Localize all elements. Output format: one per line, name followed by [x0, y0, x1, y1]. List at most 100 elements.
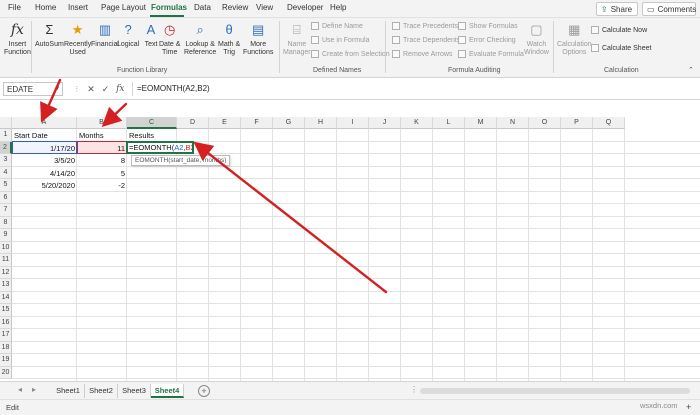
column-header-q[interactable]: Q: [593, 117, 625, 129]
financial-button[interactable]: ▥ Financial: [91, 21, 119, 49]
row-header-8[interactable]: 8: [0, 216, 12, 229]
column-header-l[interactable]: L: [433, 117, 465, 129]
column-header-c[interactable]: C: [127, 117, 177, 129]
sheet-tab-sheet3[interactable]: Sheet3: [118, 384, 151, 398]
menu-developer[interactable]: Developer: [287, 3, 323, 12]
cell-b5[interactable]: -2: [79, 180, 125, 192]
menu-data[interactable]: Data: [194, 3, 211, 12]
cell-a5[interactable]: 5/20/2020: [14, 180, 75, 192]
select-all-corner[interactable]: [0, 117, 12, 129]
cell-a4[interactable]: 4/14/20: [14, 168, 75, 180]
column-header-j[interactable]: J: [369, 117, 401, 129]
formula-input[interactable]: =EOMONTH(A2,B2): [132, 82, 692, 96]
column-header-d[interactable]: D: [177, 117, 209, 129]
row-header-9[interactable]: 9: [0, 229, 12, 242]
show-formulas-button[interactable]: Show Formulas: [458, 22, 518, 30]
text-button[interactable]: A Text: [142, 21, 160, 49]
menu-insert[interactable]: Insert: [68, 3, 88, 12]
column-header-i[interactable]: I: [337, 117, 369, 129]
menu-help[interactable]: Help: [330, 3, 346, 12]
menu-view[interactable]: View: [256, 3, 273, 12]
row-header-6[interactable]: 6: [0, 191, 12, 204]
row-header-13[interactable]: 13: [0, 279, 12, 292]
row-header-15[interactable]: 15: [0, 304, 12, 317]
row-header-2[interactable]: 2: [0, 141, 12, 154]
tab-options-icon[interactable]: ⋮: [410, 385, 418, 394]
error-checking-button[interactable]: Error Checking: [458, 36, 516, 44]
column-header-h[interactable]: H: [305, 117, 337, 129]
tab-scroll-right-icon[interactable]: ▸: [32, 385, 36, 394]
menu-page-layout[interactable]: Page Layout: [101, 3, 146, 12]
recently-used-button[interactable]: ★ Recently Used: [64, 21, 91, 57]
calculate-sheet-button[interactable]: Calculate Sheet: [591, 44, 651, 52]
cell-b3[interactable]: 8: [79, 155, 125, 167]
row-header-11[interactable]: 11: [0, 254, 12, 267]
tab-scroll-left-icon[interactable]: ◂: [18, 385, 22, 394]
menu-formulas[interactable]: Formulas: [151, 3, 187, 12]
math-trig-button[interactable]: θ Math & Trig: [218, 21, 240, 57]
column-header-b[interactable]: B: [77, 117, 127, 129]
more-functions-button[interactable]: ▤ More Functions: [243, 21, 273, 57]
trace-dependents-button[interactable]: Trace Dependents: [392, 36, 460, 44]
row-header-5[interactable]: 5: [0, 179, 12, 192]
cell-b4[interactable]: 5: [79, 168, 125, 180]
sheet-tab-sheet1[interactable]: Sheet1: [52, 384, 85, 398]
collapse-ribbon-icon[interactable]: ⌃: [688, 66, 694, 74]
column-header-f[interactable]: F: [241, 117, 273, 129]
calculate-now-button[interactable]: Calculate Now: [591, 26, 647, 34]
row-header-10[interactable]: 10: [0, 241, 12, 254]
column-header-m[interactable]: M: [465, 117, 497, 129]
column-header-n[interactable]: N: [497, 117, 529, 129]
remove-arrows-button[interactable]: Remove Arrows: [392, 50, 452, 58]
cell-a2[interactable]: 1/17/20: [14, 143, 75, 155]
row-header-4[interactable]: 4: [0, 166, 12, 179]
calculation-options-button[interactable]: ▦ Calculation Options: [557, 21, 592, 57]
menu-home[interactable]: Home: [35, 3, 56, 12]
row-header-3[interactable]: 3: [0, 154, 12, 167]
logical-button[interactable]: ? Logical: [117, 21, 139, 49]
column-header-e[interactable]: E: [209, 117, 241, 129]
trace-precedents-button[interactable]: Trace Precedents: [392, 22, 458, 30]
watch-window-button[interactable]: ▢ Watch Window: [524, 21, 549, 57]
create-from-selection-button[interactable]: Create from Selection: [311, 50, 390, 58]
zoom-in-icon[interactable]: +: [686, 402, 691, 412]
row-header-16[interactable]: 16: [0, 316, 12, 329]
cancel-icon[interactable]: ✕: [87, 84, 95, 95]
comments-button[interactable]: ▭ Comments: [642, 2, 696, 16]
lookup-reference-button[interactable]: ⌕ Lookup & Reference: [184, 21, 216, 57]
row-header-18[interactable]: 18: [0, 341, 12, 354]
column-header-a[interactable]: A: [12, 117, 77, 129]
column-header-o[interactable]: O: [529, 117, 561, 129]
row-header-12[interactable]: 12: [0, 266, 12, 279]
row-header-14[interactable]: 14: [0, 291, 12, 304]
column-header-p[interactable]: P: [561, 117, 593, 129]
add-sheet-button[interactable]: +: [198, 385, 210, 397]
evaluate-formula-button[interactable]: Evaluate Formula: [458, 50, 524, 58]
insert-function-button[interactable]: fx Insert Function: [4, 21, 31, 57]
cell-c2-editing[interactable]: =EOMONTH(A2,B2): [126, 140, 194, 154]
sheet-tab-sheet2[interactable]: Sheet2: [85, 384, 118, 398]
horizontal-scrollbar[interactable]: [420, 388, 690, 394]
column-header-k[interactable]: K: [401, 117, 433, 129]
cell-b2[interactable]: 11: [79, 143, 125, 155]
sheet-tab-sheet4[interactable]: Sheet4: [151, 384, 184, 398]
date-time-button[interactable]: ◷ Date & Time: [159, 21, 180, 57]
define-name-button[interactable]: Define Name: [311, 22, 363, 30]
insert-function-fx-icon[interactable]: fx: [116, 84, 124, 94]
cell-a3[interactable]: 3/5/20: [14, 155, 75, 167]
name-manager-button[interactable]: ⌸ Name Manager: [283, 21, 311, 57]
spreadsheet-grid[interactable]: A B C D E F G H I J K L M N O P Q 1 2 3 4 5 6 7 8 9 10 11 12 13 14 15 16…: [0, 104, 700, 381]
row-header-17[interactable]: 17: [0, 329, 12, 342]
menu-file[interactable]: File: [8, 3, 21, 12]
row-header-7[interactable]: 7: [0, 204, 12, 217]
menu-review[interactable]: Review: [222, 3, 248, 12]
name-box[interactable]: EDATE ▾: [3, 82, 63, 96]
use-in-formula-button[interactable]: Use in Formula: [311, 36, 369, 44]
autosum-button[interactable]: Σ AutoSum: [35, 21, 64, 49]
row-header-20[interactable]: 20: [0, 366, 12, 379]
row-header-1[interactable]: 1: [0, 129, 12, 142]
row-header-19[interactable]: 19: [0, 354, 12, 367]
column-header-g[interactable]: G: [273, 117, 305, 129]
share-button[interactable]: ⇪ Share: [596, 2, 638, 16]
enter-check-icon[interactable]: ✓: [102, 84, 110, 95]
